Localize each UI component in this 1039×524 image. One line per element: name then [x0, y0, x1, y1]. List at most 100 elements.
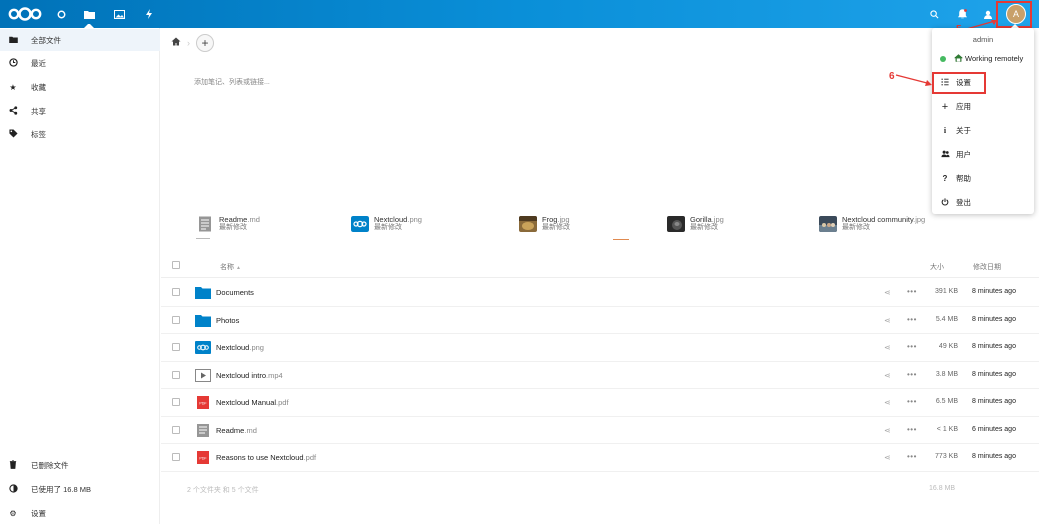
share-icon[interactable]: ⋖: [884, 288, 891, 297]
sidebar-item-favorites[interactable]: ★ 收藏: [0, 76, 160, 98]
select-all-checkbox[interactable]: [172, 261, 180, 269]
row-checkbox[interactable]: [172, 343, 180, 351]
file-modified: 8 minutes ago: [972, 453, 1016, 460]
tag-icon: [8, 128, 18, 140]
share-icon[interactable]: ⋖: [884, 398, 891, 407]
file-list-header: 名称 ▲ 大小 修改日期: [161, 254, 1039, 278]
column-modified-header[interactable]: 修改日期: [973, 262, 1001, 272]
share-icon[interactable]: ⋖: [884, 453, 891, 462]
recent-item-sub: 最新修改: [842, 224, 870, 231]
file-list-summary: 2 个文件夹 和 5 个文件: [187, 487, 259, 494]
new-file-button[interactable]: +: [196, 34, 214, 52]
share-icon[interactable]: ⋖: [884, 316, 891, 325]
sidebar-item-deleted-files[interactable]: 已删除文件: [0, 454, 160, 476]
sidebar-item-tags[interactable]: 标签: [0, 123, 160, 145]
sidebar-item-label: 全部文件: [31, 35, 61, 45]
folder-icon: [195, 314, 211, 327]
user-status[interactable]: Working remotely: [932, 47, 1034, 71]
recent-item[interactable]: Gorilla.jpg 最新修改: [667, 214, 724, 234]
recent-progress: [613, 239, 629, 240]
menu-item-users[interactable]: 用户: [932, 143, 1034, 167]
menu-username[interactable]: admin: [932, 35, 1034, 44]
column-size-header[interactable]: 大小: [930, 262, 944, 272]
svg-text:PDF: PDF: [199, 457, 207, 461]
recent-item-name: Nextcloud.png: [374, 215, 422, 224]
row-checkbox[interactable]: [172, 398, 180, 406]
main-content: › + 添加笔记、列表或链接... Readme.md 最新修改 Nextclo…: [161, 28, 1039, 524]
sidebar-item-settings[interactable]: ⚙ 设置: [0, 502, 160, 524]
rich-workspace-placeholder[interactable]: 添加笔记、列表或链接...: [194, 77, 270, 87]
power-icon: [940, 198, 950, 208]
table-row[interactable]: Nextcloud intro.mp4 ⋖ ••• 3.8 MB 8 minut…: [161, 362, 1039, 389]
more-actions-icon[interactable]: •••: [907, 315, 917, 324]
share-icon: [8, 105, 18, 117]
recent-item-name: Nextcloud community.jpg: [842, 215, 926, 224]
recent-item[interactable]: Nextcloud.png 最新修改: [351, 214, 422, 234]
pdf-file-icon: PDF: [197, 451, 209, 464]
menu-item-apps[interactable]: + 应用: [932, 95, 1034, 119]
file-name: Nextcloud.png: [216, 343, 264, 352]
sidebar-item-label: 共享: [31, 106, 46, 116]
recent-item[interactable]: Frog.jpg 最新修改: [519, 214, 570, 234]
recent-item[interactable]: Readme.md 最新修改: [196, 214, 260, 234]
more-actions-icon[interactable]: •••: [907, 425, 917, 434]
row-checkbox[interactable]: [172, 370, 180, 379]
annotation-box-settings: [932, 72, 986, 94]
sidebar: 全部文件 最近 ★ 收藏 共享 标签 已删除文件 已使用了 16.8 MB ⚙ …: [0, 28, 160, 524]
table-row[interactable]: PDF Reasons to use Nextcloud.pdf ⋖ ••• 7…: [161, 444, 1039, 472]
sidebar-item-recent[interactable]: 最近: [0, 52, 160, 74]
user-menu: admin Working remotely 设置 + 应用 i 关于 用户 ?…: [932, 28, 1034, 214]
file-size: 3.8 MB: [935, 370, 958, 378]
text-file-icon: [197, 423, 209, 437]
table-row[interactable]: Nextcloud.png ⋖ ••• 49 KB 8 minutes ago: [161, 334, 1039, 362]
file-name: Readme.md: [216, 425, 257, 435]
file-modified: 8 minutes ago: [972, 343, 1016, 350]
more-actions-icon[interactable]: •••: [907, 370, 917, 379]
recent-item[interactable]: Nextcloud community.jpg 最新修改: [819, 214, 925, 234]
more-actions-icon[interactable]: •••: [907, 452, 917, 461]
plus-icon: +: [941, 100, 949, 113]
recent-progress: [196, 238, 210, 239]
row-checkbox[interactable]: [172, 315, 180, 324]
file-modified: 8 minutes ago: [972, 288, 1016, 295]
gear-icon: ⚙: [9, 508, 17, 518]
table-row[interactable]: Photos ⋖ ••• 5.4 MB 8 minutes ago: [161, 307, 1039, 334]
file-name: Documents: [216, 288, 254, 297]
star-icon: ★: [9, 82, 17, 92]
activity-app-icon[interactable]: [143, 0, 155, 28]
share-icon[interactable]: ⋖: [884, 426, 891, 435]
menu-item-help[interactable]: ? 帮助: [932, 167, 1034, 191]
user-status-label: Working remotely: [965, 54, 1024, 64]
share-icon[interactable]: ⋖: [884, 371, 891, 380]
more-actions-icon[interactable]: •••: [907, 342, 917, 351]
sidebar-item-quota[interactable]: 已使用了 16.8 MB: [0, 478, 160, 500]
recent-item-name: Readme.md: [219, 215, 260, 224]
nextcloud-image-thumb: [351, 216, 369, 232]
column-name-header[interactable]: 名称 ▲: [220, 262, 241, 272]
menu-item-about[interactable]: i 关于: [932, 119, 1034, 143]
table-row[interactable]: Readme.md ⋖ ••• < 1 KB 6 minutes ago: [161, 417, 1039, 444]
sidebar-item-all-files[interactable]: 全部文件: [0, 29, 160, 51]
recent-item-name: Frog.jpg: [542, 215, 570, 224]
breadcrumb-separator: ›: [187, 38, 190, 48]
photos-app-icon[interactable]: [113, 0, 125, 28]
file-name: Reasons to use Nextcloud.pdf: [216, 453, 317, 462]
file-size: 5.4 MB: [935, 315, 958, 323]
home-icon[interactable]: [171, 37, 181, 49]
sidebar-item-shares[interactable]: 共享: [0, 100, 160, 122]
file-size: 6.5 MB: [935, 398, 958, 405]
more-actions-icon[interactable]: •••: [907, 397, 917, 406]
more-actions-icon[interactable]: •••: [907, 287, 917, 296]
row-checkbox[interactable]: [172, 453, 180, 461]
share-icon[interactable]: ⋖: [884, 343, 891, 352]
menu-item-logout[interactable]: 登出: [932, 191, 1034, 215]
table-row[interactable]: PDF Nextcloud Manual.pdf ⋖ ••• 6.5 MB 8 …: [161, 389, 1039, 417]
nextcloud-logo[interactable]: [8, 6, 42, 22]
row-checkbox[interactable]: [172, 425, 180, 434]
file-list-total-size: 16.8 MB: [929, 485, 956, 492]
search-icon[interactable]: [928, 0, 940, 28]
dashboard-icon[interactable]: [55, 0, 67, 28]
row-checkbox[interactable]: [172, 288, 180, 296]
table-row[interactable]: Documents ⋖ ••• 391 KB 8 minutes ago: [161, 279, 1039, 307]
video-file-icon: [195, 368, 211, 382]
